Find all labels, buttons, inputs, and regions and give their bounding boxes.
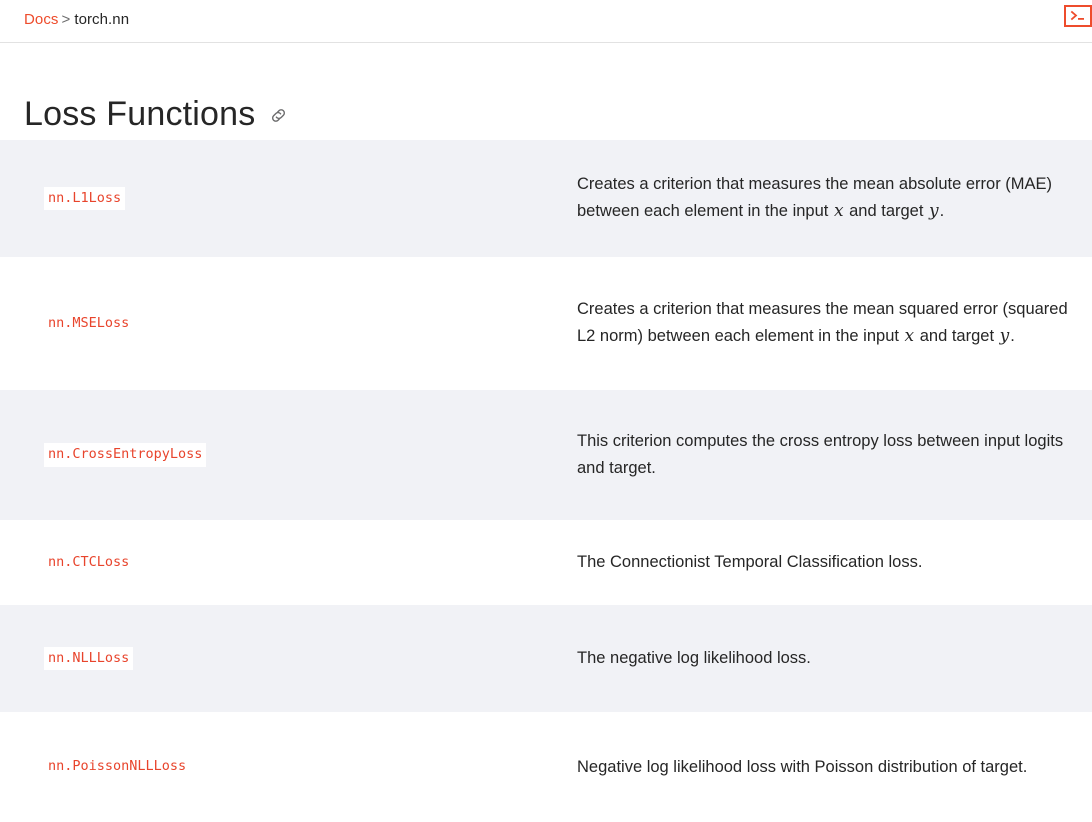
breadcrumb-separator: >	[61, 11, 71, 28]
function-link[interactable]: nn.CTCLoss	[44, 550, 134, 575]
table-cell-name: nn.NLLLoss	[24, 646, 577, 671]
function-description: Creates a criterion that measures the me…	[577, 175, 1053, 222]
top-bar: Docs > torch.nn	[0, 0, 1092, 43]
table-cell-name: nn.MSELoss	[24, 311, 577, 336]
table-cell-name: nn.CrossEntropyLoss	[24, 443, 577, 467]
function-link[interactable]: nn.L1Loss	[44, 186, 126, 211]
table-cell-description: The negative log likelihood loss.	[577, 645, 1092, 672]
table-cell-description: This criterion computes the cross entrop…	[577, 428, 1092, 481]
function-link[interactable]: nn.PoissonNLLLoss	[44, 755, 191, 779]
page-title-text: Loss Functions	[24, 94, 256, 133]
table-row: nn.L1Loss Creates a criterion that measur…	[0, 140, 1092, 257]
function-description: The negative log likelihood loss.	[577, 649, 811, 668]
breadcrumb: Docs > torch.nn	[24, 11, 129, 28]
table-row: nn.MSELoss Creates a criterion that measu…	[0, 257, 1092, 390]
table-cell-name: nn.L1Loss	[24, 186, 577, 211]
function-description: This criterion computes the cross entrop…	[577, 432, 1064, 477]
function-description: Creates a criterion that measures the me…	[577, 300, 1068, 347]
table-row: nn.CTCLoss The Connectionist Temporal Cla…	[0, 520, 1092, 605]
table-cell-description: Creates a criterion that measures the me…	[577, 171, 1092, 225]
breadcrumb-link-docs[interactable]: Docs	[24, 11, 58, 28]
table-cell-name: nn.PoissonNLLLoss	[24, 755, 577, 779]
function-link[interactable]: nn.CrossEntropyLoss	[44, 443, 207, 467]
table-cell-description: The Connectionist Temporal Classificatio…	[577, 549, 1092, 576]
loss-functions-table: nn.L1Loss Creates a criterion that measur…	[0, 140, 1092, 822]
function-link[interactable]: nn.MSELoss	[44, 311, 134, 336]
link-chain-icon[interactable]	[268, 105, 289, 126]
table-row: nn.PoissonNLLLoss Negative log likelihood…	[0, 712, 1092, 822]
function-description: The Connectionist Temporal Classificatio…	[577, 553, 923, 572]
table-cell-description: Negative log likelihood loss with Poisso…	[577, 754, 1092, 781]
breadcrumb-current-torch-nn: torch.nn	[74, 11, 130, 28]
table-row: nn.NLLLoss The negative log likelihood lo…	[0, 605, 1092, 712]
table-cell-name: nn.CTCLoss	[24, 550, 577, 575]
terminal-prompt-icon[interactable]	[1064, 5, 1092, 27]
function-description: Negative log likelihood loss with Poisso…	[577, 757, 1028, 776]
page-title: Loss Functions	[24, 95, 289, 134]
table-cell-description: Creates a criterion that measures the me…	[577, 296, 1092, 350]
table-row: nn.CrossEntropyLoss This criterion comput…	[0, 390, 1092, 520]
function-link[interactable]: nn.NLLLoss	[44, 646, 134, 671]
